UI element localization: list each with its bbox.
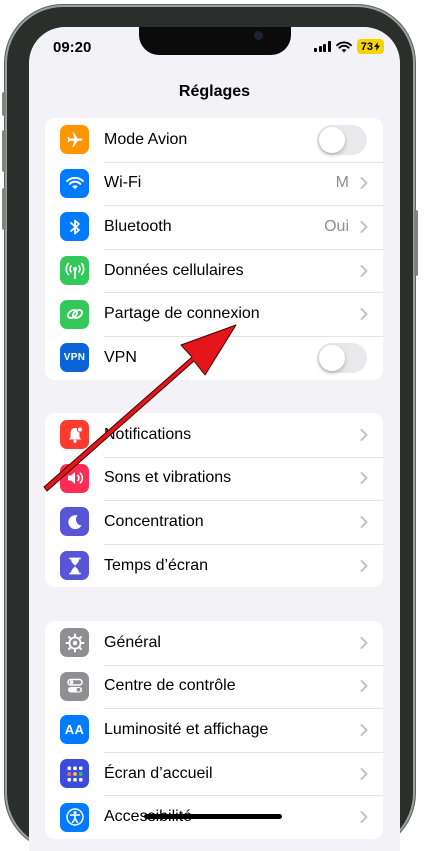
cellular-signal-icon xyxy=(314,41,331,52)
phone-volume-up xyxy=(2,130,6,172)
chevron-right-icon xyxy=(360,472,368,485)
settings-row[interactable]: Bluetooth Oui xyxy=(45,205,383,249)
settings-row-label: Notifications xyxy=(104,425,192,443)
settings-row[interactable]: Général xyxy=(45,621,383,665)
battery-indicator: 73 xyxy=(356,39,384,54)
chevron-right-icon xyxy=(360,428,368,441)
settings-group-2: Notifications Sons et vibrations Concentra… xyxy=(45,413,383,588)
settings-row[interactable]: Données cellulaires xyxy=(45,248,383,293)
chevron-right-icon xyxy=(360,636,368,649)
wifi-status-icon xyxy=(335,41,352,52)
chevron-right-icon xyxy=(360,559,368,572)
moon-icon xyxy=(60,507,89,537)
settings-group-3: Général Centre de contrôle AA Luminosité et… xyxy=(45,621,383,839)
icon-text: AA xyxy=(64,722,85,738)
settings-row[interactable]: AA Luminosité et affichage xyxy=(45,708,383,752)
row-separator xyxy=(104,664,383,666)
settings-row[interactable]: Temps d’écran xyxy=(45,543,383,588)
settings-row-value: Oui xyxy=(324,217,349,235)
phone-volume-down xyxy=(2,188,6,230)
accessibility-icon xyxy=(60,802,89,832)
chevron-right-icon xyxy=(360,767,368,780)
bluetooth-icon xyxy=(60,212,89,242)
toggle-switch[interactable] xyxy=(317,342,367,373)
bell-icon xyxy=(60,420,89,450)
settings-row-label: Mode Avion xyxy=(104,130,188,148)
settings-row-label: Général xyxy=(104,633,161,651)
text-size-icon: AA xyxy=(60,715,89,745)
chevron-right-icon xyxy=(360,308,368,321)
settings-row-label: Wi-Fi xyxy=(104,174,142,192)
settings-row-label: Bluetooth xyxy=(104,217,172,235)
phone-side-button xyxy=(2,92,6,116)
settings-screen: 09:20 73 Réglages Mode Avion Wi-Fi M Blueto… xyxy=(29,27,400,851)
phone-power-button xyxy=(414,210,418,276)
home-indicator[interactable] xyxy=(144,814,282,819)
row-separator xyxy=(104,543,383,545)
settings-row-label: Sons et vibrations xyxy=(104,469,232,487)
toggle-switch[interactable] xyxy=(317,124,367,155)
row-separator xyxy=(104,248,383,250)
settings-row[interactable]: Écran d’accueil xyxy=(45,751,383,796)
notch xyxy=(139,27,291,55)
row-separator xyxy=(104,292,383,294)
row-separator xyxy=(104,708,383,710)
page-title: Réglages xyxy=(178,83,251,100)
row-separator xyxy=(104,335,383,337)
row-separator xyxy=(104,161,383,163)
chevron-right-icon xyxy=(360,723,368,736)
row-separator xyxy=(104,500,383,502)
icon-text: VPN xyxy=(63,352,86,364)
settings-row[interactable]: Concentration xyxy=(45,500,383,544)
settings-row[interactable]: Partage de connexion xyxy=(45,292,383,336)
settings-row[interactable]: Notifications xyxy=(45,413,383,457)
row-separator xyxy=(104,795,383,797)
speaker-icon xyxy=(60,463,89,493)
row-separator xyxy=(104,751,383,753)
chevron-right-icon xyxy=(360,220,368,233)
settings-row[interactable]: Centre de contrôle xyxy=(45,664,383,709)
antenna-icon xyxy=(60,256,89,286)
settings-row-label: Centre de contrôle xyxy=(104,677,236,695)
row-separator xyxy=(104,456,383,458)
settings-row-label: Partage de connexion xyxy=(104,305,260,323)
switches-icon xyxy=(60,671,89,701)
settings-row-label: Données cellulaires xyxy=(104,261,244,279)
chevron-right-icon xyxy=(360,515,368,528)
settings-row[interactable]: VPN VPN xyxy=(45,335,383,380)
row-separator xyxy=(104,205,383,207)
home-grid-icon xyxy=(60,759,89,789)
status-time: 09:20 xyxy=(53,39,92,56)
chevron-right-icon xyxy=(360,177,368,190)
hourglass-icon xyxy=(60,551,89,581)
settings-row[interactable]: Sons et vibrations xyxy=(45,456,383,501)
settings-row-value: M xyxy=(335,174,349,192)
settings-row-label: Temps d’écran xyxy=(104,556,209,574)
front-camera xyxy=(254,31,263,40)
gear-icon xyxy=(60,628,89,658)
chevron-right-icon xyxy=(360,264,368,277)
settings-row-label: VPN xyxy=(104,348,137,366)
settings-row[interactable]: Mode Avion xyxy=(45,118,383,162)
airplane-icon xyxy=(60,125,89,155)
settings-row-label: Concentration xyxy=(104,512,204,530)
chevron-right-icon xyxy=(360,680,368,693)
settings-group-1: Mode Avion Wi-Fi M Bluetooth Oui Données cell… xyxy=(45,118,383,380)
charging-bolt-icon xyxy=(374,42,380,51)
settings-row[interactable]: Wi-Fi M xyxy=(45,161,383,206)
chevron-right-icon xyxy=(360,811,368,824)
wifi-icon xyxy=(60,168,89,198)
vpn-icon: VPN xyxy=(60,343,89,373)
chain-link-icon xyxy=(60,299,89,329)
settings-row-label: Écran d’accueil xyxy=(104,764,213,782)
settings-row-label: Luminosité et affichage xyxy=(104,720,269,738)
battery-level: 73 xyxy=(360,40,373,53)
status-icons: 73 xyxy=(314,39,384,54)
